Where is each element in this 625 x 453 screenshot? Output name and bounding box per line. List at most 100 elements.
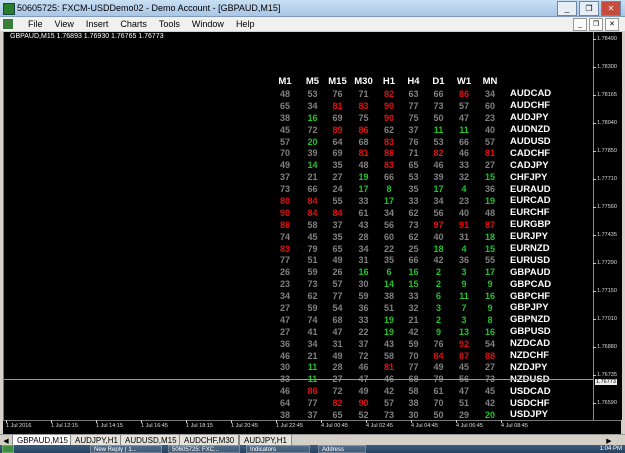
chart-window-icon[interactable]	[3, 19, 13, 29]
strength-cell: 2	[435, 314, 441, 325]
strength-cell: 91	[458, 219, 469, 230]
strength-cell: 63	[408, 88, 419, 99]
menu-insert[interactable]: Insert	[80, 17, 115, 31]
strength-cell: 47	[458, 112, 469, 123]
strength-cell: 87	[484, 219, 495, 230]
strength-cell: 28	[332, 362, 343, 373]
menu-help[interactable]: Help	[230, 17, 261, 31]
strength-cell: 36	[358, 302, 369, 313]
matrix-row-gbpaud: 26 59 26 16 6 16 2 3 17 GBPAUD	[270, 266, 568, 278]
strength-cell: 71	[408, 148, 419, 159]
strength-cell: 57	[332, 279, 343, 290]
taskbar-item-browser[interactable]: New Reply ( 1...	[90, 445, 162, 453]
time-axis[interactable]: 1 Jul 2016 1 Jul 12:15 1 Jul 14:15 1 Jul 16…	[3, 420, 621, 435]
pair-label: AUDUSD	[510, 136, 551, 147]
address-bar[interactable]: Address	[318, 445, 366, 453]
taskbar-item-indicators[interactable]: Indicators	[246, 445, 310, 453]
strength-cell: 4	[461, 184, 467, 195]
strength-cell: 58	[383, 350, 394, 361]
menu-tools[interactable]: Tools	[153, 17, 186, 31]
pair-label: EURCHF	[510, 207, 550, 219]
strength-cell: 45	[484, 386, 495, 397]
price-axis[interactable]: 1.76773 1.78490 1.78300 1.78165 1.78040 1.77…	[593, 32, 622, 420]
strength-cell: 21	[307, 172, 318, 183]
strength-cell: 30	[358, 279, 369, 290]
header-w1: W1	[456, 76, 472, 87]
pair-label: GBPUSD	[510, 326, 551, 338]
price-tick: 1.77560	[593, 204, 617, 210]
header-pair	[503, 75, 568, 88]
strength-cell: 30	[279, 362, 290, 373]
taskbar-item-terminal[interactable]: 50605725: FXC...	[168, 445, 240, 453]
strength-cell: 59	[307, 302, 318, 313]
strength-cell: 72	[332, 386, 343, 397]
pair-label: GBPCHF	[510, 290, 551, 302]
strength-cell: 77	[408, 100, 419, 111]
strength-cell: 23	[458, 195, 469, 206]
strength-cell: 8	[487, 314, 493, 325]
minimize-button[interactable]: _	[557, 1, 577, 16]
strength-cell: 97	[433, 219, 444, 230]
strength-cell: 47	[279, 314, 290, 325]
chart-area[interactable]: GBPAUD,M15 1.76893 1.76930 1.76765 1.767…	[3, 32, 594, 420]
menu-view[interactable]: View	[49, 17, 80, 31]
strength-cell: 36	[279, 338, 290, 349]
strength-cell: 66	[383, 172, 394, 183]
strength-cell: 88	[484, 350, 495, 361]
mdi-close-button[interactable]: ✕	[605, 18, 619, 31]
pair-label: EURJPY	[510, 231, 549, 243]
menu-file[interactable]: File	[22, 17, 49, 31]
strength-cell: 21	[307, 350, 318, 361]
strength-cell: 46	[279, 350, 290, 361]
strength-cell: 26	[279, 267, 290, 278]
close-button[interactable]: ✕	[601, 1, 621, 16]
strength-cell: 90	[383, 100, 394, 111]
mdi-restore-button[interactable]: ❐	[589, 18, 603, 31]
strength-cell: 82	[433, 148, 444, 159]
strength-cell: 26	[332, 267, 343, 278]
strength-cell: 56	[383, 219, 394, 230]
taskbar: New Reply ( 1... 50605725: FXC... Indica…	[0, 445, 625, 453]
matrix-row-audjpy: 38 16 69 75 90 75 50 47 23 AUDJPY	[270, 112, 568, 124]
strength-cell: 23	[279, 279, 290, 290]
strength-cell: 31	[332, 338, 343, 349]
pair-label: EURUSD	[510, 254, 551, 266]
pair-label: EURNZD	[510, 243, 550, 255]
strength-cell: 20	[307, 136, 318, 147]
price-tick: 1.78040	[593, 120, 617, 126]
strength-cell: 62	[408, 231, 419, 242]
strength-cell: 48	[358, 160, 369, 171]
strength-cell: 19	[358, 172, 369, 183]
strength-cell: 73	[307, 279, 318, 290]
strength-cell: 76	[408, 136, 419, 147]
strength-cell: 2	[435, 279, 441, 290]
strength-cell: 53	[433, 136, 444, 147]
pair-label: GBPNZD	[510, 314, 551, 326]
price-tick: 1.77435	[593, 232, 617, 238]
matrix-row-nzdcad: 36 34 31 37 43 59 76 92 54 NZDCAD	[270, 338, 568, 350]
strength-cell: 49	[279, 160, 290, 171]
strength-cell: 22	[383, 243, 394, 254]
menu-charts[interactable]: Charts	[114, 17, 153, 31]
strength-cell: 25	[408, 243, 419, 254]
matrix-row-gbpjpy: 27 59 54 36 51 32 3 7 9 GBPJPY	[270, 302, 568, 314]
strength-cell: 15	[408, 279, 419, 290]
strength-cell: 51	[307, 255, 318, 266]
strength-cell: 40	[433, 231, 444, 242]
strength-cell: 19	[383, 314, 394, 325]
header-h4: H4	[407, 76, 420, 87]
time-tick: 1 Jul 16:45	[141, 420, 168, 429]
strength-cell: 49	[433, 362, 444, 373]
maximize-button[interactable]: ❐	[579, 1, 599, 16]
strength-cell: 23	[484, 112, 495, 123]
strength-cell: 62	[307, 291, 318, 302]
matrix-row-eurgbp: 86 58 37 43 56 73 97 91 87 EURGBP	[270, 219, 568, 231]
matrix-row-usdcad: 46 86 72 49 42 58 61 47 45 USDCAD	[270, 385, 568, 397]
mdi-minimize-button[interactable]: _	[573, 18, 587, 31]
menu-window[interactable]: Window	[186, 17, 230, 31]
matrix-row-euraud: 73 66 24 17 8 35 17 4 36 EURAUD	[270, 183, 568, 195]
strength-cell: 81	[484, 148, 495, 159]
strength-cell: 49	[358, 386, 369, 397]
strength-cell: 90	[383, 112, 394, 123]
start-button[interactable]	[2, 445, 14, 453]
